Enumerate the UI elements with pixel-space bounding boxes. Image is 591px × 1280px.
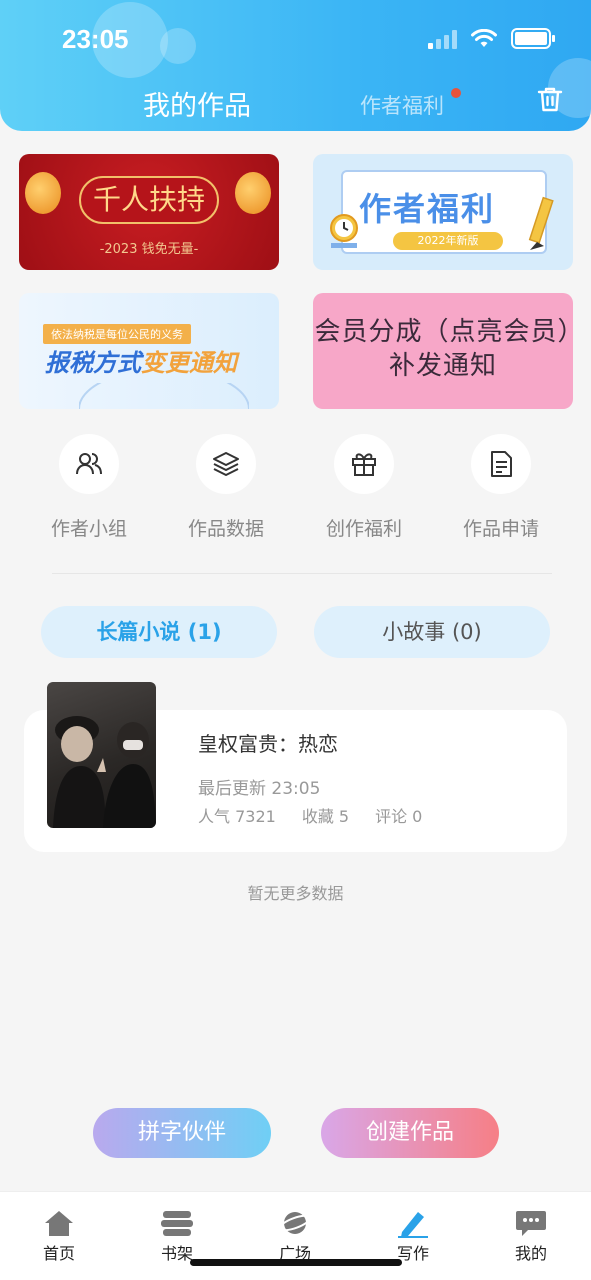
nav-label: 首页 — [42, 1244, 75, 1263]
nav-item-bookshelf[interactable]: 书架 — [137, 1208, 217, 1264]
banner-thousand-support[interactable]: 千人扶持 -2023 钱免无量- — [19, 154, 279, 270]
bottom-nav: 首页 书架 广场 写作 我的 — [0, 1191, 591, 1280]
status-time: 23:05 — [62, 24, 129, 54]
quick-action-label: 创作福利 — [325, 518, 402, 540]
lantern-icon — [235, 172, 271, 214]
decorative-bubble — [160, 28, 196, 64]
nav-item-home[interactable]: 首页 — [19, 1208, 99, 1264]
banner-author-benefits[interactable]: 作者福利 2022年新版 — [313, 154, 573, 270]
trash-icon[interactable] — [536, 85, 564, 113]
quick-action-label: 作者小组 — [50, 518, 127, 540]
banner-subtitle: 依法纳税是每位公民的义务 — [43, 324, 191, 344]
pen-icon — [373, 1208, 453, 1238]
no-more-data-text: 暂无更多数据 — [247, 884, 344, 903]
work-popularity: 人气 7321 — [198, 807, 276, 826]
banner-subtitle: -2023 钱免无量- — [99, 242, 199, 257]
tab-author-benefits[interactable]: 作者福利 — [360, 90, 444, 120]
banner-title: 千人扶持 — [79, 176, 219, 224]
work-title[interactable]: 皇权富贵：热恋 — [198, 728, 338, 757]
quick-action-creation-benefits[interactable]: 创作福利 — [304, 434, 424, 541]
layers-icon — [196, 434, 256, 494]
nav-item-writing[interactable]: 写作 — [373, 1208, 453, 1264]
users-icon — [59, 434, 119, 494]
work-favorites: 收藏 5 — [301, 807, 350, 826]
banner-title: 会员分成（点亮会员）补发通知 — [314, 317, 572, 381]
work-last-update: 最后更新 23:05 — [198, 779, 321, 799]
home-indicator[interactable] — [190, 1259, 402, 1266]
alarm-clock-icon — [330, 214, 358, 248]
tab-long-novel[interactable]: 长篇小说 (1) — [41, 606, 277, 658]
nav-label: 我的 — [514, 1244, 547, 1263]
status-icons — [428, 28, 555, 49]
banner-subtitle: 2022年新版 — [393, 232, 503, 250]
bookshelf-icon — [137, 1208, 217, 1238]
arc-decoration — [79, 383, 249, 409]
banner-title: 报税方式变更通知 — [45, 343, 237, 378]
signal-icon — [428, 29, 457, 49]
lantern-icon — [25, 172, 61, 214]
nav-item-mine[interactable]: 我的 — [491, 1208, 571, 1264]
tab-short-story[interactable]: 小故事 (0) — [314, 606, 550, 658]
section-divider — [52, 573, 552, 574]
pencil-icon — [528, 196, 554, 250]
banner-title: 作者福利 — [359, 190, 496, 228]
quick-action-label: 作品数据 — [187, 518, 264, 540]
chat-icon — [491, 1208, 571, 1238]
quick-action-work-application[interactable]: 作品申请 — [441, 434, 561, 541]
quick-action-work-data[interactable]: 作品数据 — [166, 434, 286, 541]
header-bar: 23:05 我的作品 作者福利 — [0, 0, 591, 131]
quick-action-label: 作品申请 — [462, 518, 539, 540]
work-stats: 人气 7321 收藏 5 评论 0 — [198, 803, 422, 827]
work-cover-image[interactable] — [47, 682, 156, 828]
quick-action-author-group[interactable]: 作者小组 — [29, 434, 149, 541]
gift-icon — [334, 434, 394, 494]
banner-title-part2: 变更通知 — [141, 349, 237, 377]
banner-tax-notice[interactable]: 依法纳税是每位公民的义务 报税方式变更通知 — [19, 293, 279, 409]
create-work-button[interactable]: 创建作品 — [321, 1108, 499, 1158]
planet-icon — [255, 1208, 335, 1238]
wifi-icon — [471, 29, 497, 47]
banner-membership-notice[interactable]: 会员分成（点亮会员）补发通知 — [313, 293, 573, 409]
work-comments: 评论 0 — [375, 807, 423, 826]
nav-item-plaza[interactable]: 广场 — [255, 1208, 335, 1264]
battery-icon — [511, 28, 555, 49]
tab-my-works[interactable]: 我的作品 — [143, 84, 251, 123]
writing-partner-button[interactable]: 拼字伙伴 — [93, 1108, 271, 1158]
document-icon — [471, 434, 531, 494]
home-icon — [19, 1208, 99, 1238]
banner-title-part1: 报税方式 — [45, 349, 141, 377]
notification-dot — [451, 88, 461, 98]
